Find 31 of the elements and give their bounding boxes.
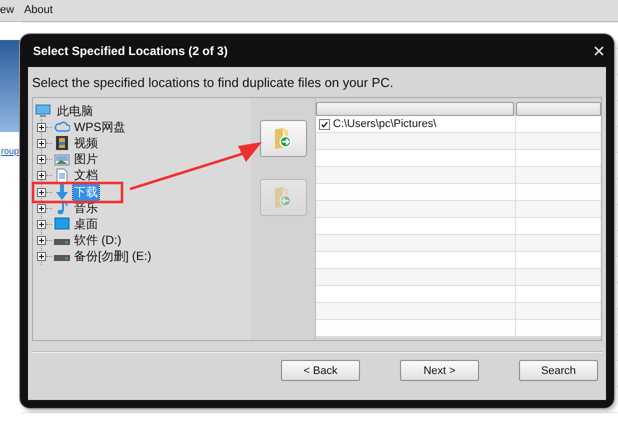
- picture-icon: [54, 152, 70, 168]
- down-arrow-icon: [54, 184, 70, 200]
- tree-item[interactable]: WPS网盘: [73, 118, 126, 136]
- folder-icon: [274, 128, 292, 149]
- folder-path: C:\Users\pc\Pictures\: [333, 118, 436, 130]
- column-header[interactable]: [516, 102, 601, 116]
- menu-item[interactable]: ew: [0, 4, 14, 16]
- menu-item[interactable]: About: [24, 4, 53, 16]
- tree-item[interactable]: 软件 (D:): [73, 232, 122, 250]
- folder-icon: [274, 187, 292, 208]
- tree-item[interactable]: 此电脑: [56, 102, 94, 120]
- instruction-text: Select the specified locations to find duplicate files on your PC.: [32, 74, 394, 92]
- add-folder-button[interactable]: [260, 120, 306, 157]
- tree-item[interactable]: 备份[勿删] (E:): [73, 248, 152, 266]
- film-icon: [54, 135, 70, 152]
- group-link[interactable]: roup: [1, 146, 20, 156]
- drive-icon: [54, 255, 70, 262]
- close-icon[interactable]: [594, 46, 604, 56]
- monitor-icon: [35, 103, 51, 120]
- dialog-button[interactable]: Next >: [400, 360, 479, 381]
- drive-icon: [54, 239, 70, 246]
- tree-item[interactable]: 图片: [73, 151, 99, 168]
- tree-item[interactable]: 文档: [73, 167, 99, 184]
- dialog-title: Select Specified Locations (2 of 3): [33, 44, 228, 58]
- dialog-button[interactable]: Search: [519, 360, 598, 381]
- dialog-button[interactable]: < Back: [281, 360, 360, 381]
- checkbox[interactable]: [319, 118, 330, 130]
- tree-item[interactable]: 桌面: [73, 216, 99, 233]
- desktop-icon: [54, 216, 70, 232]
- document-icon: [54, 168, 70, 184]
- tree-item[interactable]: 视频: [73, 134, 99, 152]
